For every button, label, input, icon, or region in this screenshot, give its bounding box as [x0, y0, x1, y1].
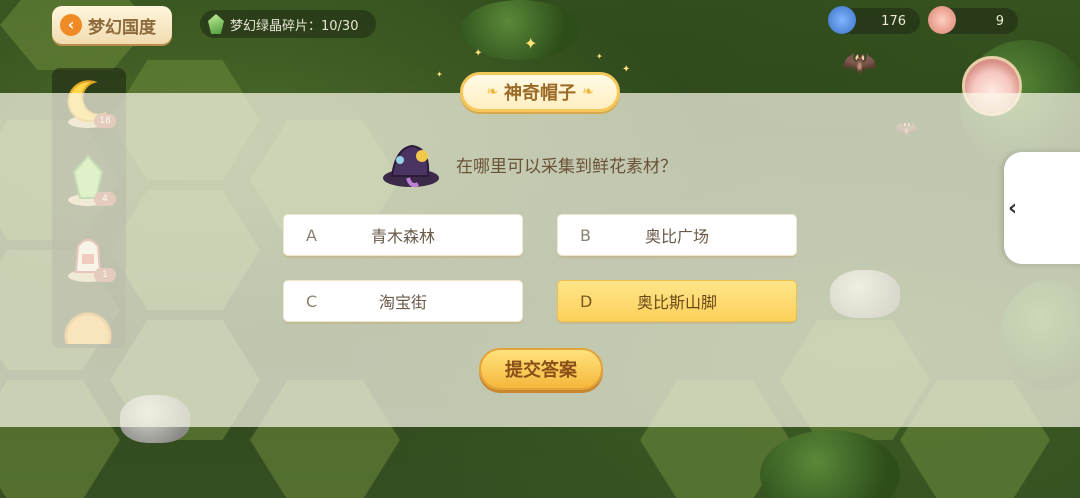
- sparkle-icon: ✦: [596, 52, 603, 61]
- side-drawer-tab[interactable]: ‹: [1004, 152, 1080, 264]
- leaf-right-icon: ❧: [582, 84, 594, 100]
- option-text: 青木森林: [370, 227, 435, 246]
- game-scene: ‹ 梦幻国度 梦幻绿晶碎片：10/30 176 9 18 4: [0, 0, 1080, 498]
- shard-progress-text: 梦幻绿晶碎片：10/30: [230, 18, 359, 34]
- sparkle-icon: ✦: [622, 64, 631, 75]
- option-letter: D: [580, 291, 593, 311]
- option-c[interactable]: C 淘宝街: [283, 280, 523, 322]
- leaf-left-icon: ❧: [486, 84, 498, 100]
- question-text: 在哪里可以采集到鲜花素材？: [456, 156, 677, 177]
- option-text: 奥比斯山脚: [636, 293, 717, 312]
- sparkle-icon: ✦: [436, 70, 443, 79]
- submit-answer-button[interactable]: 提交答案: [479, 348, 603, 390]
- sparkle-icon: ✦: [524, 34, 538, 53]
- quiz-title-badge: ❧ 神奇帽子 ❧: [460, 72, 620, 112]
- paw-icon: [928, 6, 956, 34]
- option-text: 淘宝街: [378, 293, 427, 312]
- green-crystal-icon: [208, 14, 224, 34]
- option-b[interactable]: B 奥比广场: [557, 214, 797, 256]
- option-d[interactable]: D 奥比斯山脚: [557, 280, 797, 322]
- shard-progress: 梦幻绿晶碎片：10/30: [200, 10, 376, 38]
- option-text: 奥比广场: [644, 227, 709, 246]
- question-row: 在哪里可以采集到鲜花素材？: [378, 138, 677, 190]
- counter-b-value: 9: [995, 13, 1004, 29]
- resource-counter-a: 176: [828, 6, 920, 34]
- option-letter: A: [306, 225, 317, 245]
- gem-icon: [828, 6, 856, 34]
- back-label: 梦幻国度: [88, 17, 156, 38]
- magic-hat-icon: [378, 138, 444, 190]
- back-button[interactable]: ‹ 梦幻国度: [52, 6, 172, 44]
- resource-counter-b: 9: [928, 6, 1018, 34]
- option-a[interactable]: A 青木森林: [283, 214, 523, 256]
- option-letter: B: [580, 225, 591, 245]
- option-letter: C: [306, 291, 318, 311]
- bat-icon: 🦇: [842, 46, 877, 79]
- counter-a-value: 176: [881, 13, 906, 29]
- sparkle-icon: ✦: [474, 48, 483, 59]
- chevron-left-icon: ‹: [1008, 195, 1018, 221]
- chevron-left-icon: ‹: [60, 14, 82, 36]
- quiz-title: 神奇帽子: [504, 83, 576, 104]
